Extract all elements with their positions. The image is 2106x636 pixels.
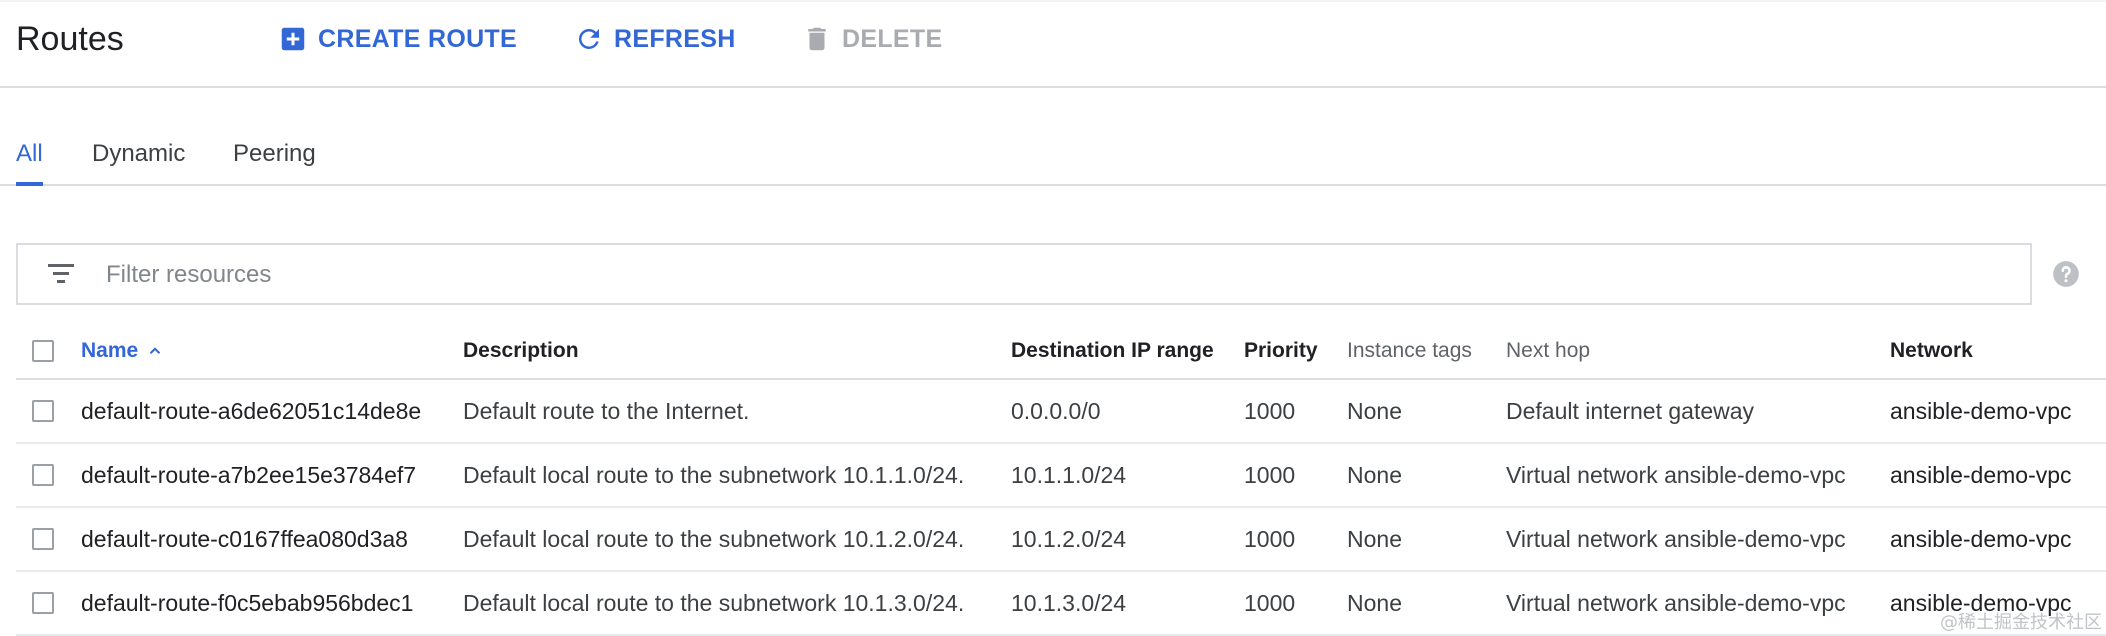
create-route-label: CREATE ROUTE [318,24,517,53]
routes-table: Name Description Destination IP range Pr… [16,324,2106,636]
row-checkbox[interactable] [32,592,54,614]
tab-dynamic[interactable]: Dynamic [92,140,185,184]
watermark-text: @稀土掘金技术社区 [1940,612,2102,633]
sort-ascending-icon [150,347,161,354]
row-select-cell [32,380,72,442]
tab-peering[interactable]: Peering [233,140,316,184]
route-next-hop: Default internet gateway [1506,397,1755,424]
route-name-link[interactable]: default-route-a6de62051c14de8e [81,380,461,442]
tab-all[interactable]: All [16,140,43,186]
page-title: Routes [16,20,124,58]
row-select-cell [32,572,72,634]
route-description: Default route to the Internet. [463,397,750,424]
trash-icon [808,27,826,51]
add-box-icon [281,27,305,51]
delete-button[interactable]: DELETE [802,18,942,60]
route-next-hop: Virtual network ansible-demo-vpc [1506,461,1846,488]
table-row: default-route-a7b2ee15e3784ef7 Default l… [16,444,2106,508]
table-row: default-route-f0c5ebab956bdec1 Default l… [16,572,2106,636]
column-header-instance-tags: Instance tags [1347,339,1472,362]
delete-label: DELETE [842,24,943,53]
route-next-hop: Virtual network ansible-demo-vpc [1506,589,1846,616]
row-checkbox[interactable] [32,464,54,486]
refresh-button[interactable]: REFRESH [574,18,736,60]
routes-page: Routes CREATE ROUTE REFRESH DELETE All D… [0,0,2106,636]
column-header-description[interactable]: Description [463,324,1013,378]
help-icon[interactable] [2052,260,2080,288]
column-header-priority[interactable]: Priority [1244,324,1344,378]
route-name-link[interactable]: default-route-a7b2ee15e3784ef7 [81,444,461,506]
route-description: Default local route to the subnetwork 10… [463,525,965,552]
refresh-icon [578,28,599,49]
filter-input[interactable] [104,251,2008,299]
select-all-checkbox[interactable] [32,340,54,362]
route-network-link[interactable]: ansible-demo-vpc [1890,508,2106,570]
route-destination: 10.1.2.0/24 [1011,525,1127,552]
filter-list-icon [48,264,74,283]
row-select-cell [32,508,72,570]
page-header: Routes CREATE ROUTE REFRESH DELETE [0,0,2106,88]
table-row: default-route-a6de62051c14de8e Default r… [16,380,2106,444]
refresh-label: REFRESH [614,24,736,53]
route-instance-tags: None [1347,525,1402,552]
column-header-name-label: Name [81,339,139,362]
select-all-cell [32,324,72,378]
table-row: default-route-c0167ffea080d3a8 Default l… [16,508,2106,572]
row-select-cell [32,444,72,506]
route-description: Default local route to the subnetwork 10… [463,589,965,616]
route-instance-tags: None [1347,589,1402,616]
route-description: Default local route to the subnetwork 10… [463,461,965,488]
route-name-link[interactable]: default-route-c0167ffea080d3a8 [81,508,461,570]
route-instance-tags: None [1347,461,1402,488]
route-network-link[interactable]: ansible-demo-vpc [1890,444,2106,506]
column-header-name[interactable]: Name [81,324,461,378]
filter-bar [16,243,2032,305]
route-network-link[interactable]: ansible-demo-vpc [1890,380,2106,442]
route-priority: 1000 [1244,397,1296,424]
row-checkbox[interactable] [32,528,54,550]
route-priority: 1000 [1244,525,1296,552]
route-destination: 10.1.1.0/24 [1011,461,1127,488]
route-priority: 1000 [1244,461,1296,488]
column-header-destination[interactable]: Destination IP range [1011,324,1241,378]
route-next-hop: Virtual network ansible-demo-vpc [1506,525,1846,552]
route-tabs: All Dynamic Peering [0,130,2106,186]
route-instance-tags: None [1347,397,1402,424]
column-header-network[interactable]: Network [1890,324,2106,378]
create-route-button[interactable]: CREATE ROUTE [278,18,517,60]
row-checkbox[interactable] [32,400,54,422]
route-destination: 10.1.3.0/24 [1011,589,1127,616]
route-name-link[interactable]: default-route-f0c5ebab956bdec1 [81,572,461,634]
route-priority: 1000 [1244,589,1296,616]
column-header-next-hop: Next hop [1506,339,1591,362]
table-header-row: Name Description Destination IP range Pr… [16,324,2106,380]
route-destination: 0.0.0.0/0 [1011,397,1101,424]
